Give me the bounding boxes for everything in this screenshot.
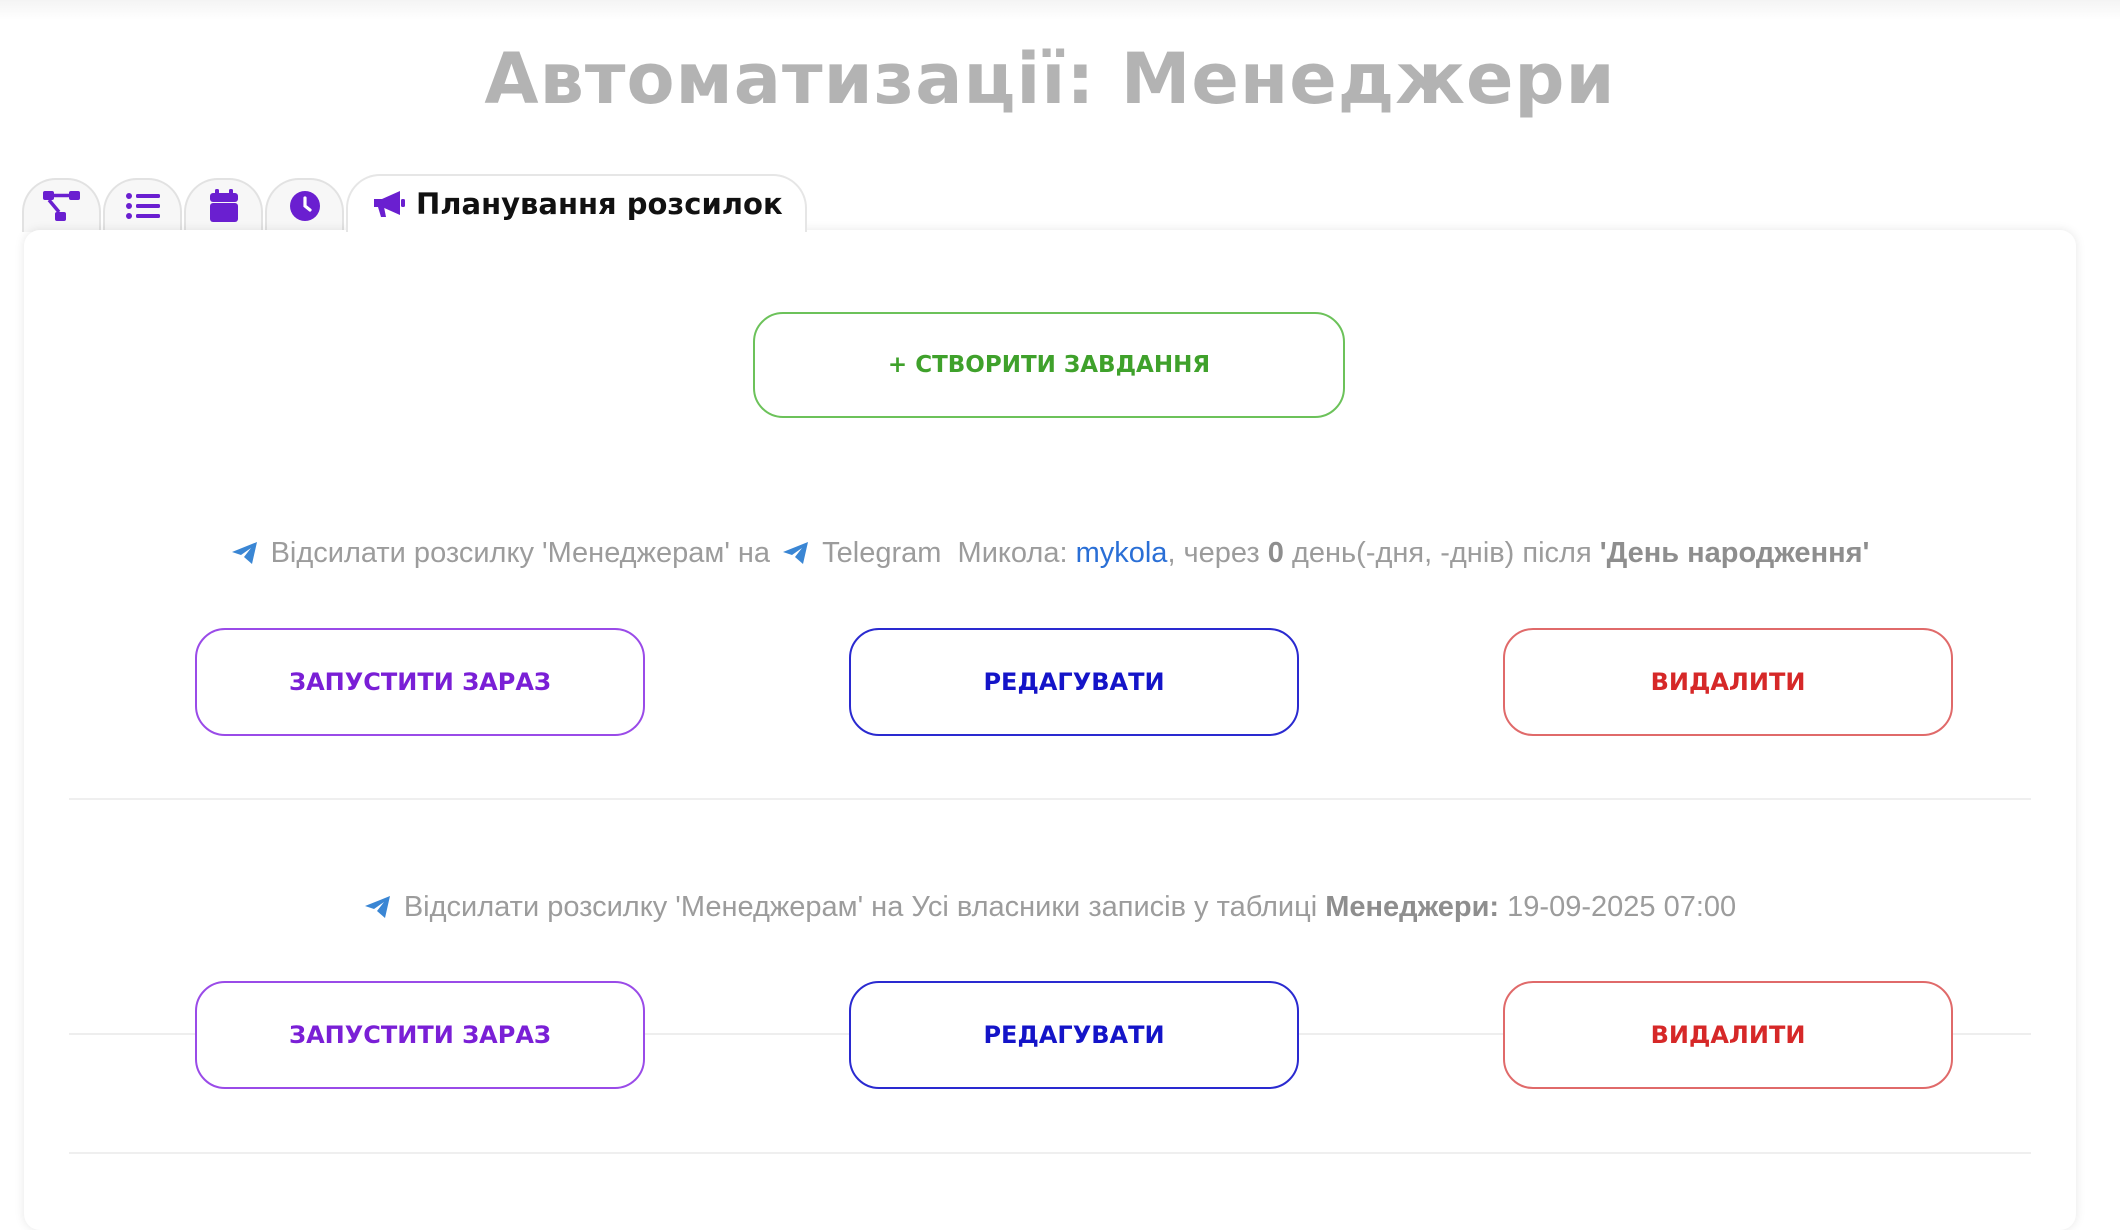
task-text: Відсилати розсилку 'Менеджерам' на [270, 537, 771, 569]
edit-button[interactable]: РЕДАГУВАТИ [849, 981, 1299, 1089]
clock-icon [289, 190, 321, 222]
telegram-icon [231, 540, 259, 573]
task-text: день(-дня, -днів) після [1291, 537, 1592, 569]
task-channel: Telegram [822, 537, 942, 569]
run-now-button[interactable]: ЗАПУСТИТИ ЗАРАЗ [195, 981, 645, 1089]
browser-top-strip [0, 0, 2120, 20]
tab-bar: Планування розсилок [22, 174, 809, 232]
create-task-button[interactable]: + СТВОРИТИ ЗАВДАННЯ [753, 312, 1345, 418]
task-text: Відсилати розсилку 'Менеджерам' на Усі в… [403, 891, 1318, 923]
megaphone-icon [372, 189, 406, 219]
task-text: , через [1167, 537, 1260, 569]
tab-list[interactable] [103, 178, 182, 232]
task-item [69, 530, 2031, 1035]
task-recipient-link[interactable]: mykola [1076, 537, 1168, 569]
tab-automation-flow[interactable] [22, 178, 101, 232]
list-icon [125, 191, 161, 221]
edit-button[interactable]: РЕДАГУВАТИ [849, 628, 1299, 736]
tab-mailing-planning[interactable]: Планування розсилок [346, 174, 807, 232]
telegram-icon [782, 540, 810, 573]
task-description: Відсилати розсилку 'Менеджерам' на Teleg… [69, 537, 2031, 573]
telegram-icon [364, 894, 392, 927]
delete-button[interactable]: ВИДАЛИТИ [1503, 981, 1953, 1089]
delete-button[interactable]: ВИДАЛИТИ [1503, 628, 1953, 736]
task-table: Менеджери: [1325, 891, 1500, 923]
content-panel: + СТВОРИТИ ЗАВДАННЯ Відсилати розсилку '… [24, 230, 2076, 1230]
run-now-button[interactable]: ЗАПУСТИТИ ЗАРАЗ [195, 628, 645, 736]
divider [69, 798, 2031, 800]
task-datetime: 19-09-2025 07:00 [1507, 891, 1737, 923]
calendar-icon [209, 189, 239, 223]
task-event: 'День народження' [1599, 537, 1870, 569]
tab-calendar[interactable] [184, 178, 263, 232]
tab-label: Планування розсилок [416, 187, 783, 221]
task-recipient-label: Микола: [957, 537, 1068, 569]
task-description: Відсилати розсилку 'Менеджерам' на Усі в… [69, 891, 2031, 927]
page-title: Автоматизації: Менеджери [484, 38, 1616, 120]
divider [69, 1152, 2031, 1154]
sitemap-icon [42, 189, 82, 223]
tab-schedule[interactable] [265, 178, 344, 232]
task-days: 0 [1267, 537, 1284, 569]
